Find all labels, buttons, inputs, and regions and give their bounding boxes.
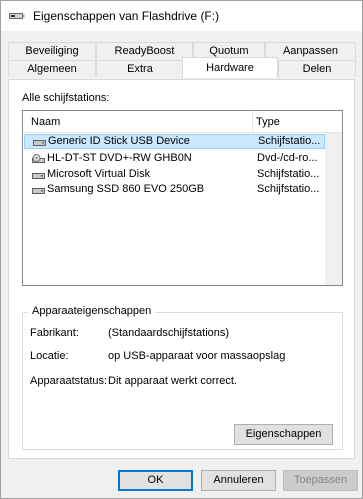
tab-extra[interactable]: Extra xyxy=(96,60,184,77)
list-item[interactable]: Generic ID Stick USB Device Schijfstatio… xyxy=(24,134,325,149)
tab-hardware[interactable]: Hardware xyxy=(182,57,278,78)
device-status-label: Apparaatstatus: xyxy=(30,375,108,387)
window-title: Eigenschappen van Flashdrive (F:) xyxy=(33,9,220,23)
title-bar[interactable]: Eigenschappen van Flashdrive (F:) xyxy=(1,1,362,31)
device-type: Schijfstatio... xyxy=(257,168,320,180)
tab-readyboost[interactable]: ReadyBoost xyxy=(96,42,193,59)
device-status-value: Dit apparaat werkt correct. xyxy=(108,375,237,387)
usb-drive-icon xyxy=(9,13,25,19)
tab-delen[interactable]: Delen xyxy=(278,60,356,77)
location-value: op USB-apparaat voor massaopslag xyxy=(108,350,286,362)
tab-beveiliging[interactable]: Beveiliging xyxy=(8,42,96,59)
tab-aanpassen[interactable]: Aanpassen xyxy=(265,42,356,59)
list-item[interactable]: Samsung SSD 860 EVO 250GB Schijfstatio..… xyxy=(24,183,325,196)
column-type-header[interactable]: Type xyxy=(248,111,280,133)
device-properties-button[interactable]: Eigenschappen xyxy=(234,424,333,445)
location-label: Locatie: xyxy=(30,350,69,362)
device-type: Dvd-/cd-ro... xyxy=(257,152,318,164)
apply-button[interactable]: Toepassen xyxy=(283,470,358,491)
device-type: Schijfstatio... xyxy=(257,183,320,195)
drive-icon xyxy=(33,140,46,146)
device-name: Samsung SSD 860 EVO 250GB xyxy=(47,183,205,195)
device-properties-title: Apparaateigenschappen xyxy=(28,305,156,317)
manufacturer-value: (Standaardschijfstations) xyxy=(108,327,230,339)
device-type: Schijfstatio... xyxy=(258,135,321,147)
device-name: HL-DT-ST DVD+-RW GHB0N xyxy=(47,152,192,164)
device-name: Generic ID Stick USB Device xyxy=(48,135,190,147)
list-item[interactable]: HL-DT-ST DVD+-RW GHB0N Dvd-/cd-ro... xyxy=(24,152,325,165)
drive-icon xyxy=(32,173,45,179)
device-name: Microsoft Virtual Disk xyxy=(47,168,151,180)
list-item[interactable]: Microsoft Virtual Disk Schijfstatio... xyxy=(24,168,325,181)
dvd-drive-icon xyxy=(32,154,45,163)
cancel-button[interactable]: Annuleren xyxy=(201,470,276,491)
drive-icon xyxy=(32,188,45,194)
column-name-header[interactable]: Naam xyxy=(23,111,60,133)
list-header: Naam Type xyxy=(23,111,342,133)
tab-algemeen[interactable]: Algemeen xyxy=(8,60,96,77)
list-scrollbar[interactable] xyxy=(325,133,342,285)
drives-list[interactable]: Naam Type Generic ID Stick USB Device Sc… xyxy=(22,110,343,286)
ok-button[interactable]: OK xyxy=(118,470,193,491)
properties-window: Eigenschappen van Flashdrive (F:) Beveil… xyxy=(0,0,363,499)
manufacturer-label: Fabrikant: xyxy=(30,327,79,339)
drives-list-label: Alle schijfstations: xyxy=(22,92,110,104)
